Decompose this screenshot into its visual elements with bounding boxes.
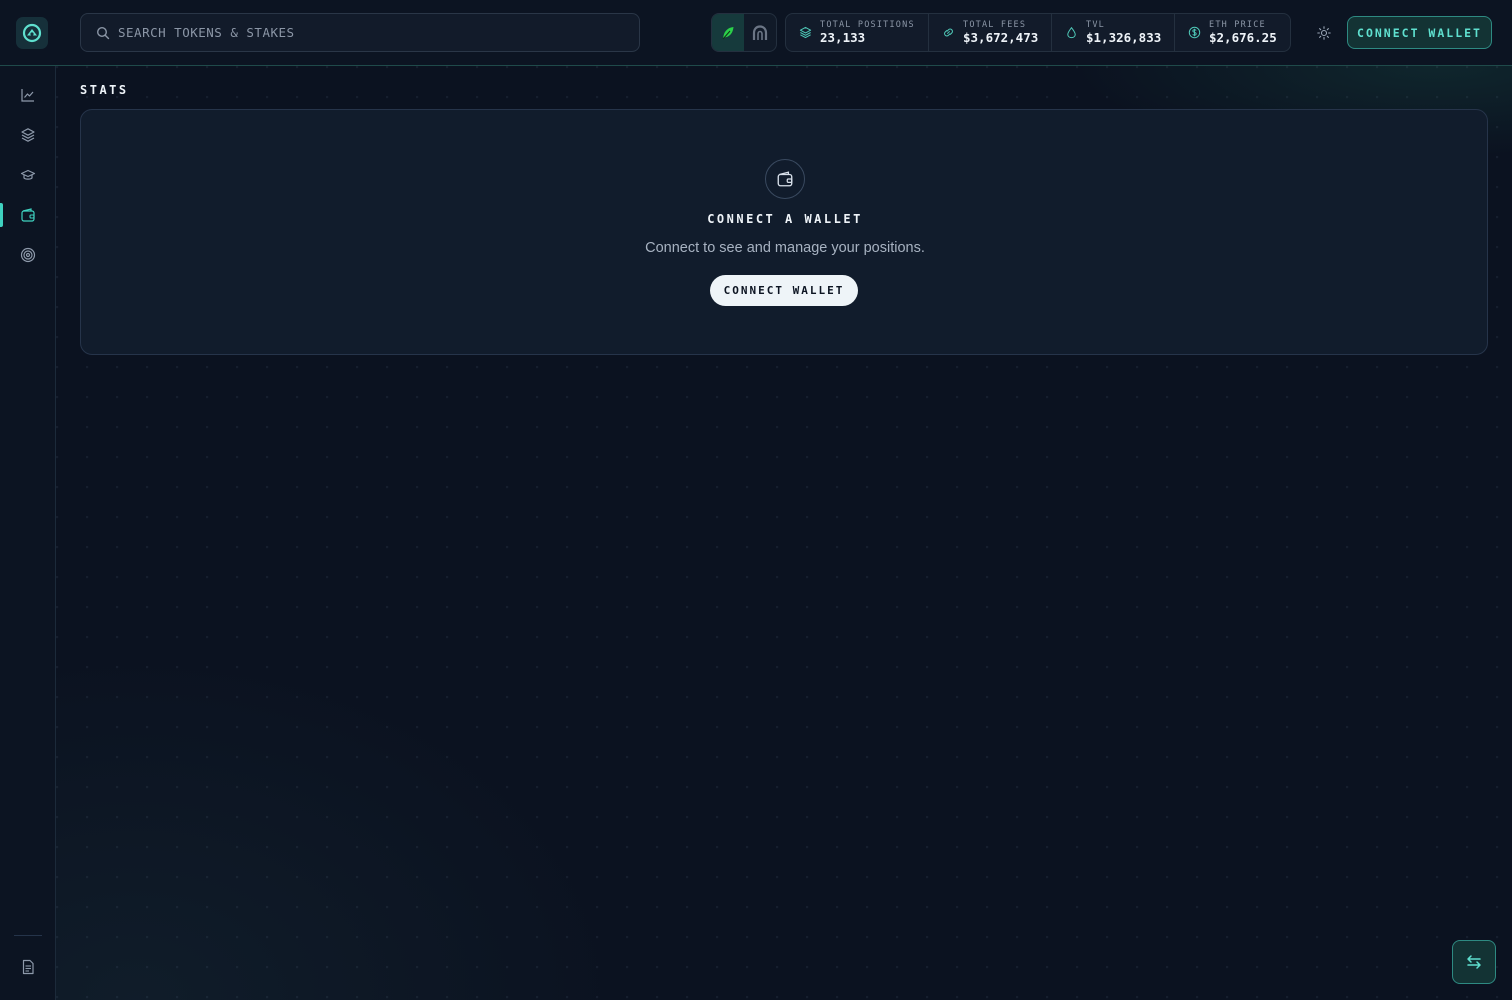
wallet-icon-badge xyxy=(765,159,805,199)
search-bar[interactable] xyxy=(80,13,640,52)
card-title: CONNECT A WALLET xyxy=(707,212,863,226)
theme-toggle-button[interactable] xyxy=(1312,21,1336,45)
stat-value: 23,133 xyxy=(820,29,866,45)
sidebar-divider xyxy=(14,935,42,936)
main-content: STATS CONNECT A WALLET Connect to see an… xyxy=(56,66,1512,1000)
stat-label: ETH PRICE xyxy=(1209,19,1266,30)
sidebar xyxy=(0,66,56,1000)
stat-total-fees: TOTAL FEES $3,672,473 xyxy=(929,14,1052,51)
card-description: Connect to see and manage your positions… xyxy=(645,240,925,256)
stat-total-positions: TOTAL POSITIONS 23,133 xyxy=(786,14,929,51)
search-input[interactable] xyxy=(118,25,598,40)
stat-label: TOTAL FEES xyxy=(963,19,1027,30)
sidebar-item-chart[interactable] xyxy=(0,80,56,110)
protocol-stats-bar: TOTAL POSITIONS 23,133 TOTAL FEES $3,672… xyxy=(785,13,1291,52)
stat-tvl: TVL $1,326,833 xyxy=(1052,14,1175,51)
protocol-option-feather[interactable] xyxy=(712,14,744,51)
search-icon xyxy=(96,26,110,39)
connect-wallet-button[interactable]: CONNECT WALLET xyxy=(1347,16,1492,49)
link-icon xyxy=(942,26,955,39)
stat-value: $1,326,833 xyxy=(1086,29,1162,45)
swap-button[interactable] xyxy=(1452,940,1496,984)
sidebar-item-docs[interactable] xyxy=(0,952,56,982)
stat-eth-price: ETH PRICE $2,676.25 xyxy=(1175,14,1290,51)
section-title: STATS xyxy=(80,83,129,97)
top-bar: TOTAL POSITIONS 23,133 TOTAL FEES $3,672… xyxy=(0,0,1512,66)
connect-wallet-card: CONNECT A WALLET Connect to see and mana… xyxy=(80,109,1488,355)
protocol-toggle xyxy=(711,13,777,52)
sidebar-item-target[interactable] xyxy=(0,240,56,270)
arch-icon xyxy=(752,24,768,40)
stat-label: TOTAL POSITIONS xyxy=(820,19,915,30)
protocol-option-arch[interactable] xyxy=(744,14,776,51)
stat-value: $3,672,473 xyxy=(963,29,1039,45)
graduation-cap-icon xyxy=(20,169,36,180)
wallet-icon xyxy=(777,171,793,187)
sidebar-item-wallet[interactable] xyxy=(0,200,56,230)
droplet-icon xyxy=(1065,26,1078,39)
sidebar-item-learn[interactable] xyxy=(0,160,56,190)
wallet-icon xyxy=(21,208,35,222)
feather-icon xyxy=(722,26,734,39)
dollar-circle-icon xyxy=(1188,26,1201,39)
stat-label: TVL xyxy=(1086,19,1105,30)
app-logo-icon xyxy=(22,23,42,43)
app-logo[interactable] xyxy=(16,17,48,49)
swap-arrows-icon xyxy=(1467,955,1481,969)
document-icon xyxy=(22,959,34,975)
target-icon xyxy=(20,247,36,263)
stat-value: $2,676.25 xyxy=(1209,29,1277,45)
card-connect-wallet-button[interactable]: CONNECT WALLET xyxy=(710,275,858,306)
sidebar-item-layers[interactable] xyxy=(0,120,56,150)
layers-icon xyxy=(21,128,35,142)
sun-icon xyxy=(1317,26,1331,40)
chart-line-icon xyxy=(21,89,34,102)
layers-icon xyxy=(799,26,812,39)
